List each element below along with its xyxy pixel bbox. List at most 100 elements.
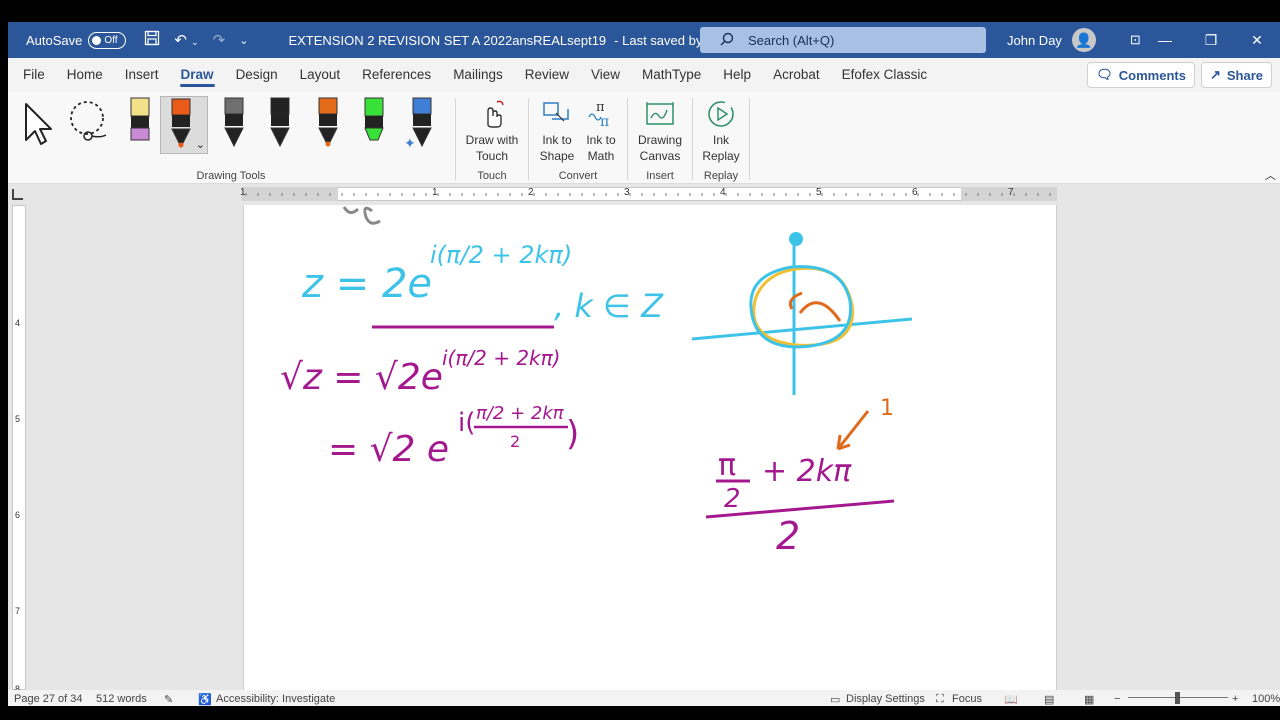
autosave[interactable]: AutoSave Off (26, 31, 127, 49)
group-touch: Draw with Touch Touch (456, 92, 528, 184)
toggle-knob (92, 35, 102, 45)
close-icon[interactable]: ✕ (1234, 22, 1280, 58)
web-layout-icon[interactable]: ▦ (1084, 693, 1094, 706)
tab-design[interactable]: Design (225, 58, 289, 92)
ribbon-tabs: File Home Insert Draw Design Layout References… (8, 58, 1280, 92)
zoom-slider-handle[interactable] (1175, 692, 1180, 704)
document-title: EXTENSION 2 REVISION SET A 2022ansREALse… (288, 32, 607, 48)
redo-icon[interactable]: ↷ (213, 31, 226, 49)
display-settings-icon: ▭ (830, 694, 841, 706)
display-settings[interactable]: Display Settings (846, 693, 925, 705)
search-box[interactable]: Search (Alt+Q) (700, 27, 986, 53)
comments-label: Comments (1118, 67, 1186, 83)
zoom-level[interactable]: 100% (1252, 693, 1280, 705)
tab-layout[interactable]: Layout (289, 58, 352, 92)
canvas-line1: Drawing (637, 133, 682, 147)
vruler-number: 5 (15, 414, 21, 424)
customize-qat-icon[interactable]: ⌄ (239, 34, 248, 47)
tab-efofex-classic[interactable]: Efofex Classic (831, 58, 939, 92)
tab-references[interactable]: References (351, 58, 442, 92)
touch-hand-icon (460, 96, 524, 132)
tab-draw[interactable]: Draw (170, 58, 225, 92)
pen-4-icon[interactable] (260, 96, 300, 154)
word-count[interactable]: 512 words (96, 693, 147, 705)
ink-to-shape-icon (535, 96, 579, 132)
tab-review[interactable]: Review (514, 58, 580, 92)
proofing-icon[interactable]: ✎ (164, 693, 173, 706)
comment-icon: 🗨 (1096, 67, 1113, 82)
pen-7-icon[interactable]: ✦ (402, 96, 442, 154)
paren-open: i( (458, 408, 475, 438)
share-button[interactable]: ↗ Share (1200, 62, 1272, 88)
tab-help[interactable]: Help (712, 58, 762, 92)
separator (749, 98, 750, 180)
tab-acrobat[interactable]: Acrobat (762, 58, 831, 92)
tab-home[interactable]: Home (56, 58, 114, 92)
ruler-number: 2 (528, 187, 534, 198)
focus-mode[interactable]: Focus (952, 693, 982, 705)
accessibility-icon: ♿ (198, 694, 212, 706)
tab-file[interactable]: File (12, 58, 56, 92)
ink-math-line1: Ink to (586, 133, 616, 147)
undo-icon[interactable]: ↶ ⌄ (174, 31, 198, 49)
zoom-in-icon[interactable]: + (1232, 693, 1238, 705)
ink-to-shape-button[interactable]: Ink to Shape (535, 96, 579, 164)
autosave-toggle[interactable]: Off (88, 31, 127, 49)
horizontal-ruler[interactable]: 1 1 2 3 4 5 6 7 (8, 185, 1280, 203)
tab-view[interactable]: View (580, 58, 631, 92)
ruler-number: 6 (912, 187, 918, 198)
lasso-select-icon[interactable] (66, 96, 107, 154)
ribbon-display-icon[interactable]: ⊡ (1130, 32, 1141, 48)
zoom-out-icon[interactable]: − (1114, 693, 1120, 705)
ruler-ticks (245, 193, 1051, 196)
page-count[interactable]: Page 27 of 34 (14, 693, 83, 705)
search-placeholder: Search (Alt+Q) (748, 32, 835, 48)
ruler-number: 1 (432, 187, 438, 198)
group-label-touch: Touch (477, 170, 507, 182)
pen-1-icon[interactable] (120, 96, 160, 154)
user-name: John Day (1007, 32, 1062, 48)
pen-5-icon[interactable] (308, 96, 348, 154)
ink-frac-num-c: + 2kπ (762, 454, 852, 489)
group-label-drawing-tools: Drawing Tools (196, 170, 266, 182)
ink-orange-one: 1 (880, 396, 894, 421)
vertical-ruler[interactable]: 45678 (12, 205, 26, 694)
group-label-insert: Insert (646, 170, 674, 182)
comments-button[interactable]: 🗨 Comments (1087, 62, 1195, 88)
tab-insert[interactable]: Insert (114, 58, 170, 92)
tabs-right: 🗨 Comments ↗ Share (1087, 62, 1272, 88)
draw-with-touch-button[interactable]: Draw with Touch (460, 96, 524, 164)
collapse-ribbon-icon[interactable]: ︿ (1265, 167, 1276, 183)
title-bar: AutoSave Off ↶ ⌄ ↷ ⌄ EXTENSION 2 REVISIO… (8, 22, 1280, 58)
accessibility-status[interactable]: Accessibility: Investigate (216, 693, 335, 705)
save-icon[interactable] (144, 30, 160, 50)
group-label-replay: Replay (703, 170, 739, 182)
drawing-canvas-button[interactable]: Drawing Canvas (634, 96, 686, 164)
ruler-number: 1 (240, 187, 246, 198)
tab-list: File Home Insert Draw Design Layout References… (12, 58, 938, 92)
ink-replay-button[interactable]: Ink Replay (697, 96, 745, 164)
search-icon (720, 32, 734, 49)
restore-icon[interactable]: ❐ (1188, 22, 1234, 58)
minimize-icon[interactable]: — (1142, 22, 1188, 58)
orange-arrow (836, 410, 870, 451)
ink-to-math-button[interactable]: ππ Ink to Math (579, 96, 623, 164)
ink-layer[interactable]: z = 2e i(π/2 + 2kπ) , k ∈ Z √z = √2e i(π… (244, 205, 1057, 690)
share-icon: ↗ (1209, 67, 1221, 82)
user-account[interactable]: John Day 👤 ⊡ (1007, 22, 1141, 58)
select-tool-icon[interactable] (20, 96, 60, 154)
pen-2-icon[interactable]: ⌄ (160, 96, 208, 154)
ink-magenta-eq2-lhs: = √2 e (328, 429, 449, 470)
replay-line2: Replay (702, 149, 740, 163)
document-page[interactable]: z = 2e i(π/2 + 2kπ) , k ∈ Z √z = √2e i(π… (243, 205, 1057, 690)
ink-cyan-exp: i(π/2 + 2kπ) (430, 241, 572, 269)
ruler-number: 5 (816, 187, 822, 198)
print-layout-icon[interactable]: ▤ (1044, 693, 1054, 706)
chevron-down-icon[interactable]: ⌄ (196, 138, 205, 151)
pen-6-icon[interactable] (354, 96, 394, 154)
tab-mathtype[interactable]: MathType (631, 58, 712, 92)
replay-line1: Ink (712, 133, 729, 147)
pen-3-icon[interactable] (214, 96, 254, 154)
tab-mailings[interactable]: Mailings (442, 58, 514, 92)
read-mode-icon[interactable]: 📖 (1004, 693, 1018, 706)
